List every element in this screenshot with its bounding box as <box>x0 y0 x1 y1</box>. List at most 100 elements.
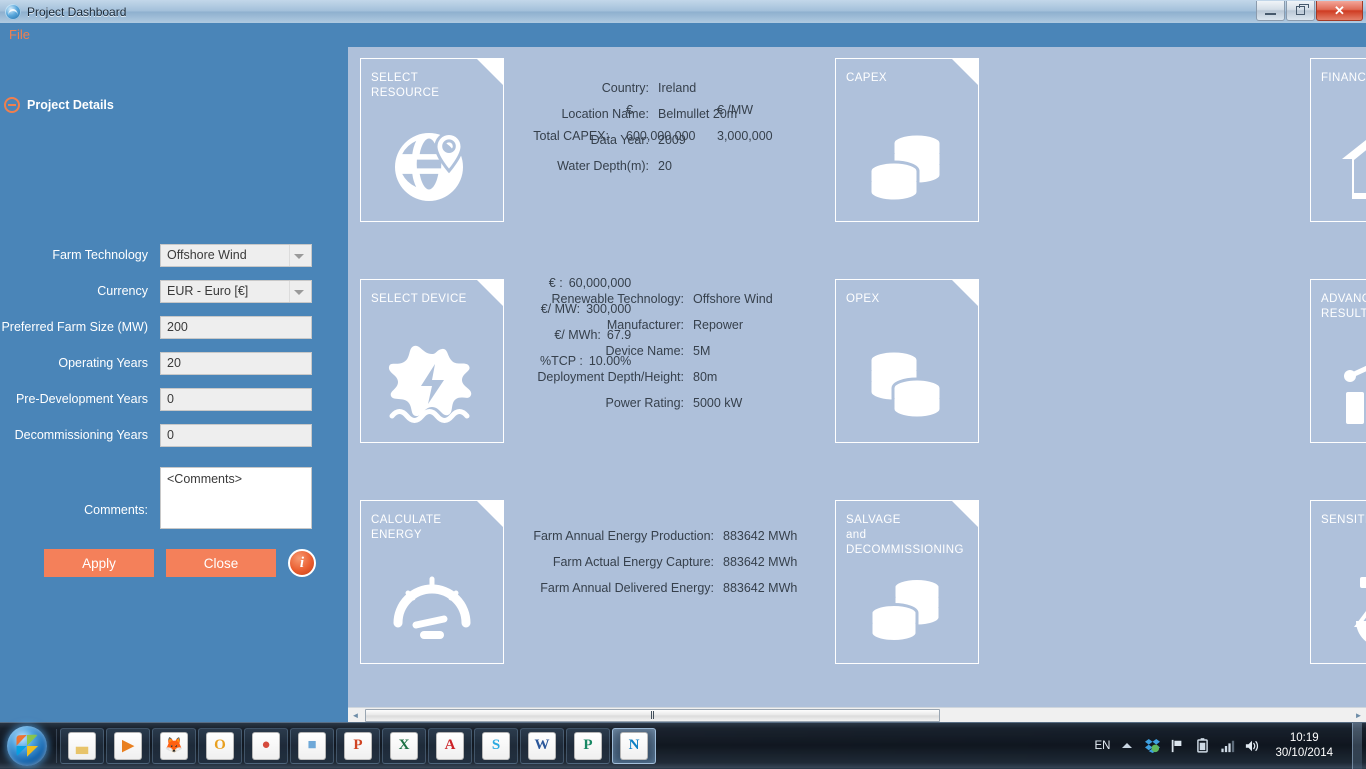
restore-button[interactable] <box>1286 1 1315 21</box>
tile-title: SALVAGE and DECOMMISSIONING <box>846 513 964 558</box>
capex-total-row: Total CAPEX: 600,000,000 3,000,000 <box>508 129 803 155</box>
data-key: Farm Annual Energy Production: <box>533 529 714 543</box>
tray-language[interactable]: EN <box>1094 740 1110 752</box>
comments-label: Comments: <box>84 503 148 517</box>
currency-select[interactable]: EUR - Euro [€] <box>160 279 312 303</box>
currency-value: EUR - Euro [€] <box>167 284 249 298</box>
taskbar-app-word[interactable]: W <box>520 727 564 764</box>
tile-title: FINANCIAL <box>1321 72 1366 84</box>
horizontal-scrollbar[interactable]: ◄ ► <box>348 707 1366 722</box>
data-value: Offshore Wind <box>693 292 773 306</box>
close-form-button[interactable]: Close <box>166 549 276 577</box>
capex-per-mw-value: 3,000,000 <box>717 129 773 143</box>
data-value: Repower <box>693 318 744 332</box>
tile-title: SENSITIVITY <box>1321 514 1366 526</box>
scrollbar-track[interactable] <box>363 708 1351 723</box>
taskbar-app-outlook[interactable]: O <box>198 727 242 764</box>
flag-icon[interactable] <box>1169 738 1185 754</box>
data-row: %TCP : 10.00% <box>540 354 631 380</box>
data-value: 883642 MWh <box>723 529 798 543</box>
capex-col2-header: € /MW <box>717 103 754 117</box>
tile-title: CAPEX <box>846 72 887 84</box>
field-pre-development-years: Pre-Development Years 0 <box>0 381 348 417</box>
capex-total-label: Total CAPEX: <box>533 129 609 143</box>
apply-button[interactable]: Apply <box>44 549 154 577</box>
window-titlebar[interactable]: Project Dashboard ✕ <box>0 0 1366 23</box>
operating-years-input[interactable]: 20 <box>160 351 312 375</box>
tile-title-line3: DECOMMISSIONING <box>846 544 964 556</box>
data-key: Country: <box>601 81 649 95</box>
comments-textarea[interactable]: <Comments> <box>160 467 312 529</box>
battery-icon[interactable] <box>1194 738 1210 754</box>
data-row: €/ MW: 300,000 <box>540 302 632 328</box>
close-button[interactable]: ✕ <box>1316 1 1363 21</box>
tile-opex[interactable]: OPEX <box>835 279 979 443</box>
menu-item-file[interactable]: File <box>0 23 39 47</box>
taskbar-app-chrome[interactable]: ● <box>244 727 288 764</box>
menu-bar: File <box>0 23 1366 47</box>
scroll-right-arrow-icon[interactable]: ► <box>1351 708 1366 723</box>
taskbar-app-publisher[interactable]: P <box>566 727 610 764</box>
folded-corner-icon <box>477 280 503 306</box>
tile-capex[interactable]: CAPEX <box>835 58 979 222</box>
network-icon[interactable] <box>1219 738 1235 754</box>
taskbar-app-media-player[interactable]: ▶ <box>106 727 150 764</box>
data-row: Farm Annual Energy Production: 883642 MW… <box>493 529 797 555</box>
pre-development-years-input[interactable]: 0 <box>160 387 312 411</box>
scrollbar-thumb[interactable] <box>365 708 940 722</box>
taskbar-app-firefox[interactable]: 🦊 <box>152 727 196 764</box>
farm-technology-select[interactable]: Offshore Wind <box>160 243 312 267</box>
system-tray: EN 10:19 30/10/2014 <box>1094 722 1366 769</box>
scales-icon <box>1311 563 1366 649</box>
taskbar-app-file-explorer[interactable]: ▃ <box>60 727 104 764</box>
decommissioning-years-value: 0 <box>167 428 174 442</box>
tile-title-line2: RESULTS <box>1321 308 1366 320</box>
tile-calculate-energy[interactable]: CALCULATE ENERGY <box>360 500 504 664</box>
taskbar-app-photo-viewer[interactable]: ■ <box>290 727 334 764</box>
decommissioning-years-input[interactable]: 0 <box>160 423 312 447</box>
project-details-group-header[interactable]: Project Details <box>0 94 348 116</box>
tile-advanced-results[interactable]: ADVANCED RESULTS <box>1310 279 1366 443</box>
field-label: Currency <box>97 284 148 298</box>
taskbar-app-navitas[interactable]: N <box>612 727 656 764</box>
info-icon[interactable]: i <box>288 549 316 577</box>
firefox-icon: 🦊 <box>160 731 188 760</box>
start-orb-icon <box>7 725 47 766</box>
collapse-icon[interactable] <box>4 97 20 113</box>
data-value: 883642 MWh <box>723 555 798 569</box>
project-form: Farm Technology Offshore Wind Currency E… <box>0 237 348 577</box>
volume-icon[interactable] <box>1244 738 1260 754</box>
data-key: Power Rating: <box>605 396 684 410</box>
taskbar-app-skype[interactable]: S <box>474 727 518 764</box>
tile-select-resource[interactable]: SELECT RESOURCE <box>360 58 504 222</box>
data-value: Ireland <box>658 81 697 95</box>
show-desktop-button[interactable] <box>1352 722 1362 769</box>
group-header-label: Project Details <box>27 98 114 112</box>
minimize-button[interactable] <box>1256 1 1285 21</box>
scroll-left-arrow-icon[interactable]: ◄ <box>348 708 363 723</box>
powerpoint-icon: P <box>344 731 372 760</box>
file-explorer-icon: ▃ <box>68 731 96 760</box>
taskbar-app-adobe-reader[interactable]: A <box>428 727 472 764</box>
taskbar-app-excel[interactable]: X <box>382 727 426 764</box>
tile-select-device[interactable]: SELECT DEVICE <box>360 279 504 443</box>
preferred-farm-size-input[interactable]: 200 <box>160 315 312 339</box>
folded-corner-icon <box>477 501 503 527</box>
project-dashboard-window: Project Dashboard ✕ File Project Details… <box>0 0 1366 722</box>
word-icon: W <box>528 731 556 760</box>
start-button[interactable] <box>0 724 54 768</box>
tile-title: OPEX <box>846 293 880 305</box>
dropbox-icon[interactable] <box>1144 738 1160 754</box>
tile-title: SELECT DEVICE <box>371 293 467 305</box>
field-label: Preferred Farm Size (MW) <box>1 320 148 334</box>
tile-salvage-decommissioning[interactable]: SALVAGE and DECOMMISSIONING <box>835 500 979 664</box>
taskbar-app-powerpoint[interactable]: P <box>336 727 380 764</box>
data-row: Power Rating: 5000 kW <box>513 396 773 422</box>
dashboard-row-3: CALCULATE ENERGY Farm Annual Energy Prod… <box>348 489 1366 707</box>
tile-financial[interactable]: FINANCIAL <box>1310 58 1366 222</box>
capex-total-value: 600,000,000 <box>626 129 696 143</box>
chevron-up-icon[interactable] <box>1119 738 1135 754</box>
adobe-reader-icon: A <box>436 731 464 760</box>
tile-sensitivity[interactable]: SENSITIVITY <box>1310 500 1366 664</box>
taskbar-clock[interactable]: 10:19 30/10/2014 <box>1269 731 1339 761</box>
